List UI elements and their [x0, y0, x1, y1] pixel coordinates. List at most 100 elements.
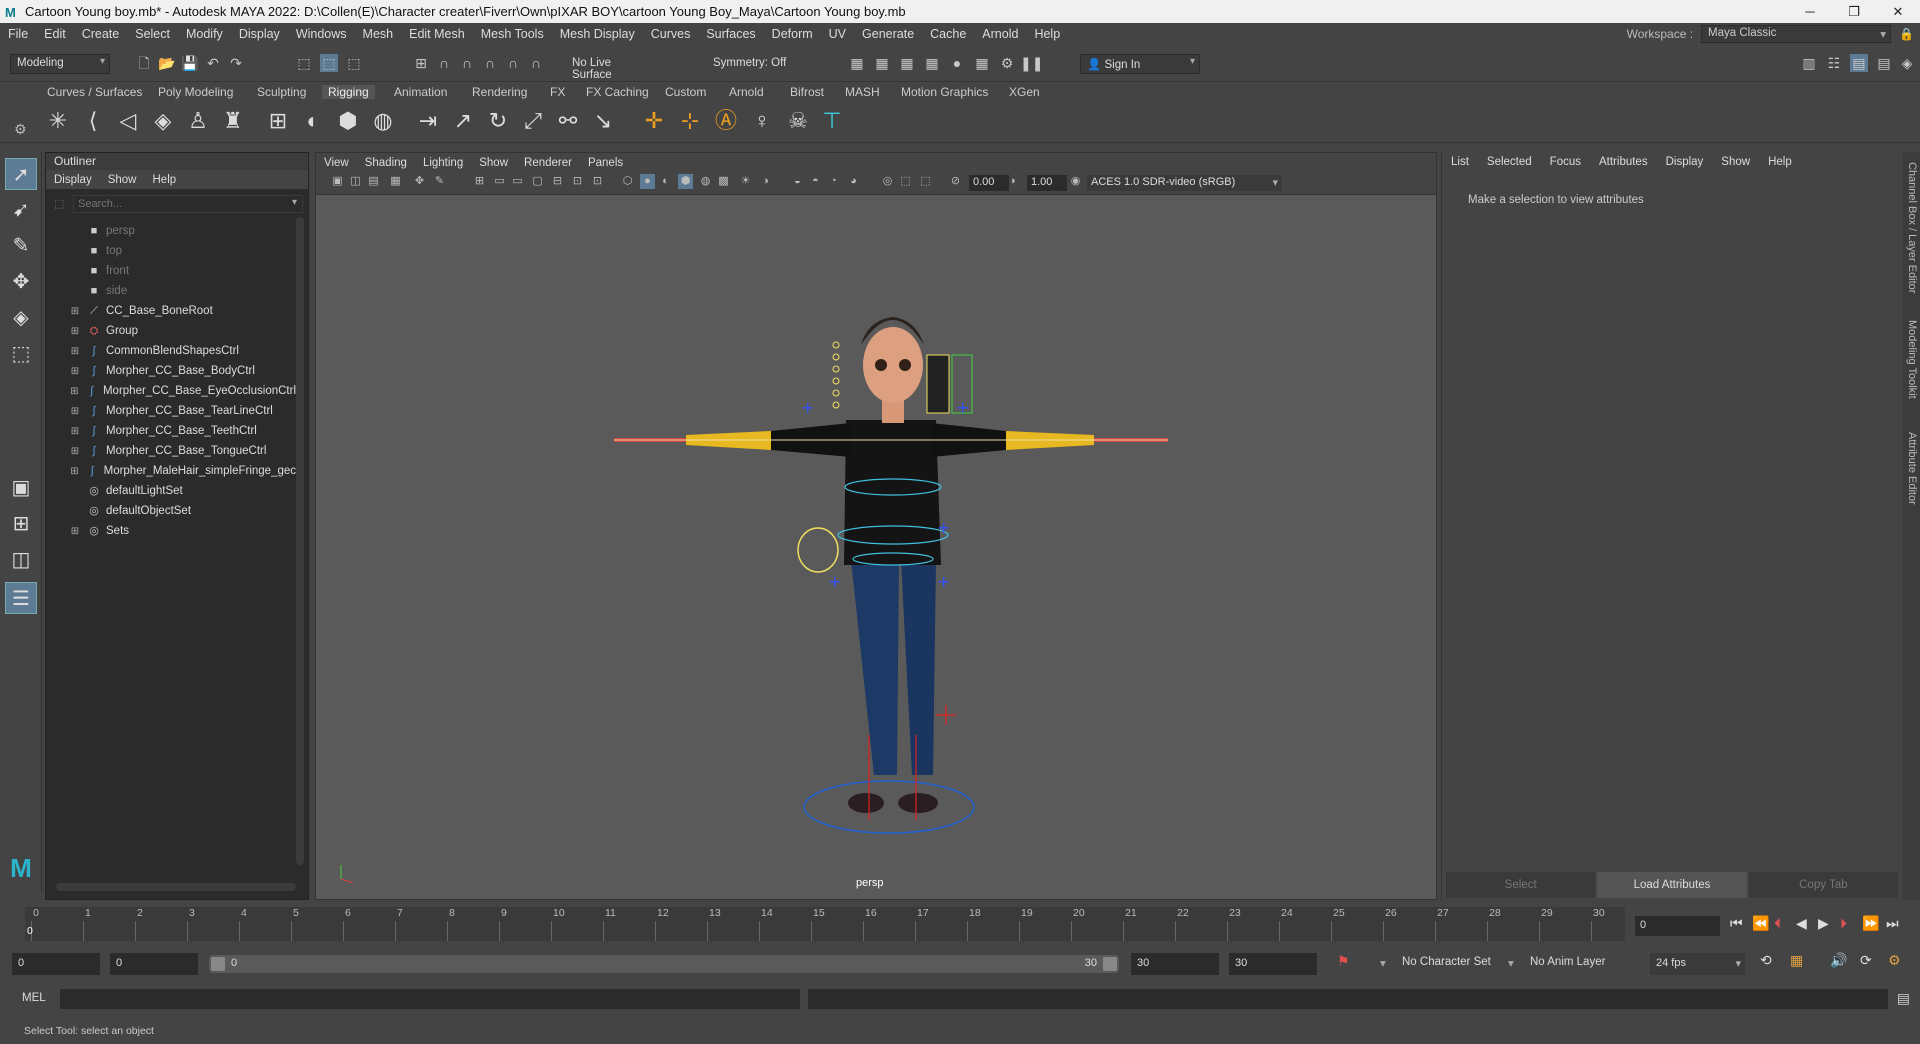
symmetry-dropdown[interactable]: Symmetry: Off: [706, 54, 806, 74]
outliner-item[interactable]: ⊞ ∫ Morpher_CC_Base_TearLineCtrl: [46, 401, 296, 421]
save-scene-icon[interactable]: 💾: [181, 54, 199, 72]
outliner-item[interactable]: ⊞ ⛭ Group: [46, 321, 296, 341]
render-view-icon[interactable]: ⚙: [998, 54, 1016, 72]
snap-grid-icon[interactable]: ⊞: [412, 54, 430, 72]
resolution-gate-icon[interactable]: ▭: [510, 174, 525, 189]
viewport-menu-renderer[interactable]: Renderer: [516, 157, 580, 169]
menu-mesh[interactable]: Mesh: [355, 27, 402, 41]
2d-pan-icon[interactable]: ✥: [412, 174, 427, 189]
near-clip-field[interactable]: 0.00: [969, 175, 1009, 191]
point-constraint-icon[interactable]: ⇥: [414, 106, 442, 136]
shadows-icon[interactable]: ◑: [758, 174, 773, 189]
workspace-dropdown[interactable]: Maya Classic ▾: [1701, 25, 1892, 43]
menu-create[interactable]: Create: [74, 27, 128, 41]
shelf-tab-bifrost[interactable]: Bifrost: [784, 85, 830, 99]
viewport-menu-show[interactable]: Show: [471, 157, 516, 169]
shelf-tab-mash[interactable]: MASH: [839, 85, 886, 99]
minimize-button[interactable]: ─: [1788, 0, 1832, 23]
attr-menu-attributes[interactable]: Attributes: [1590, 156, 1657, 168]
attr-menu-selected[interactable]: Selected: [1478, 156, 1541, 168]
menu-set-dropdown[interactable]: Modeling ▾: [10, 54, 110, 74]
shelf-tab-rigging[interactable]: Rigging: [322, 85, 375, 99]
sculpt-deformer-icon[interactable]: ◍: [369, 106, 397, 136]
attr-menu-display[interactable]: Display: [1657, 156, 1713, 168]
menu-edit[interactable]: Edit: [36, 27, 74, 41]
bind-skin-icon[interactable]: ◈: [149, 106, 177, 136]
outliner-item[interactable]: ■ front: [46, 261, 296, 281]
step-back-frame-icon[interactable]: ⏪: [1752, 915, 1769, 932]
snap-vertex-icon[interactable]: ∩: [527, 54, 545, 72]
expand-icon[interactable]: ⊞: [68, 446, 82, 457]
select-hierarchy-icon[interactable]: ⬚: [295, 54, 313, 72]
expand-icon[interactable]: ⊞: [68, 306, 82, 317]
menu-select[interactable]: Select: [127, 27, 178, 41]
expand-icon[interactable]: ⊞: [68, 326, 82, 337]
two-pane-layout-icon[interactable]: ◫: [5, 544, 37, 576]
film-gate-icon[interactable]: ▭: [492, 174, 507, 189]
color-space-dropdown[interactable]: ACES 1.0 SDR-video (sRGB) ▾: [1087, 175, 1282, 191]
ik-spline-icon[interactable]: ◁: [114, 106, 142, 136]
tab-modeling-toolkit[interactable]: Modeling Toolkit: [1904, 320, 1918, 399]
four-view-layout-icon[interactable]: ⊞: [5, 508, 37, 540]
wrap-icon[interactable]: ⬢: [334, 106, 362, 136]
scale-tool-icon[interactable]: ⬚: [5, 338, 37, 370]
safe-action-icon[interactable]: ⊡: [570, 174, 585, 189]
attr-menu-show[interactable]: Show: [1712, 156, 1759, 168]
viewport-menu-shading[interactable]: Shading: [357, 157, 415, 169]
script-editor-icon[interactable]: ▤: [1897, 990, 1910, 1007]
xray-joints-icon[interactable]: ⬚: [898, 174, 913, 189]
viewport-menu-lighting[interactable]: Lighting: [415, 157, 471, 169]
redo-icon[interactable]: ↷: [227, 54, 245, 72]
live-surface-field[interactable]: No Live Surface: [565, 54, 660, 81]
search-options-icon[interactable]: ⬚: [54, 197, 64, 210]
tab-channel-box[interactable]: Channel Box / Layer Editor: [1904, 162, 1918, 293]
outliner-item[interactable]: ⊞ ∫ Morpher_CC_Base_TeethCtrl: [46, 421, 296, 441]
select-object-icon[interactable]: ⬚: [320, 54, 338, 72]
menu-curves[interactable]: Curves: [643, 27, 699, 41]
attr-menu-list[interactable]: List: [1442, 156, 1478, 168]
menu-surfaces[interactable]: Surfaces: [698, 27, 763, 41]
outliner-search-input[interactable]: [73, 195, 303, 213]
menu-modify[interactable]: Modify: [178, 27, 231, 41]
shelf-tab-poly-modeling[interactable]: Poly Modeling: [152, 85, 239, 99]
single-perspective-layout-icon[interactable]: ▣: [5, 472, 37, 504]
attribute-editor-toggle-icon[interactable]: ▤: [1850, 54, 1868, 72]
gate-mask-icon[interactable]: ▢: [530, 174, 545, 189]
new-scene-icon[interactable]: 🗋: [135, 54, 153, 72]
t-pose-icon[interactable]: ⊤: [818, 106, 846, 136]
anim-start-field[interactable]: 0: [110, 953, 198, 975]
create-joints-icon[interactable]: ✳: [44, 106, 72, 136]
rotate-tool-icon[interactable]: ◈: [5, 302, 37, 334]
outliner-item[interactable]: ■ side: [46, 281, 296, 301]
lock-icon[interactable]: 🔒: [1899, 27, 1914, 41]
menu-generate[interactable]: Generate: [854, 27, 922, 41]
color-management-icon[interactable]: ◉: [1068, 174, 1083, 189]
chevron-down-icon[interactable]: ▾: [292, 197, 297, 208]
snap-view-icon[interactable]: ∩: [481, 54, 499, 72]
viewport-menu-view[interactable]: View: [316, 157, 357, 169]
chevron-down-icon[interactable]: ▾: [1380, 956, 1386, 970]
skull-icon[interactable]: ☠: [784, 106, 812, 136]
menu-mesh-tools[interactable]: Mesh Tools: [473, 27, 552, 41]
select-tool-icon[interactable]: ➚: [5, 158, 37, 190]
start-time-field[interactable]: 0: [12, 953, 100, 975]
select-component-icon[interactable]: ⬚: [345, 54, 363, 72]
scale-constraint-icon[interactable]: ⤢: [519, 106, 547, 136]
go-to-end-icon[interactable]: ⏭: [1886, 915, 1899, 932]
range-start-handle[interactable]: [211, 957, 225, 971]
outliner-item[interactable]: ◎ defaultObjectSet: [46, 501, 296, 521]
open-scene-icon[interactable]: 📂: [158, 54, 176, 72]
shelf-tab-arnold[interactable]: Arnold: [723, 85, 770, 99]
xray-icon[interactable]: ◍: [698, 174, 713, 189]
orient-constraint-icon[interactable]: ↻: [484, 106, 512, 136]
expand-icon[interactable]: ⊞: [68, 406, 82, 417]
render-frame-icon[interactable]: ▦: [848, 54, 866, 72]
mel-label[interactable]: MEL: [22, 992, 46, 1004]
menu-windows[interactable]: Windows: [288, 27, 355, 41]
command-input[interactable]: [60, 989, 800, 1009]
select-button[interactable]: Select: [1446, 872, 1596, 898]
locator-icon[interactable]: ✛: [640, 106, 668, 136]
outliner-layout-icon[interactable]: ☰: [5, 582, 37, 614]
menu-display[interactable]: Display: [231, 27, 288, 41]
step-forward-frame-icon[interactable]: ⏩: [1862, 915, 1879, 932]
